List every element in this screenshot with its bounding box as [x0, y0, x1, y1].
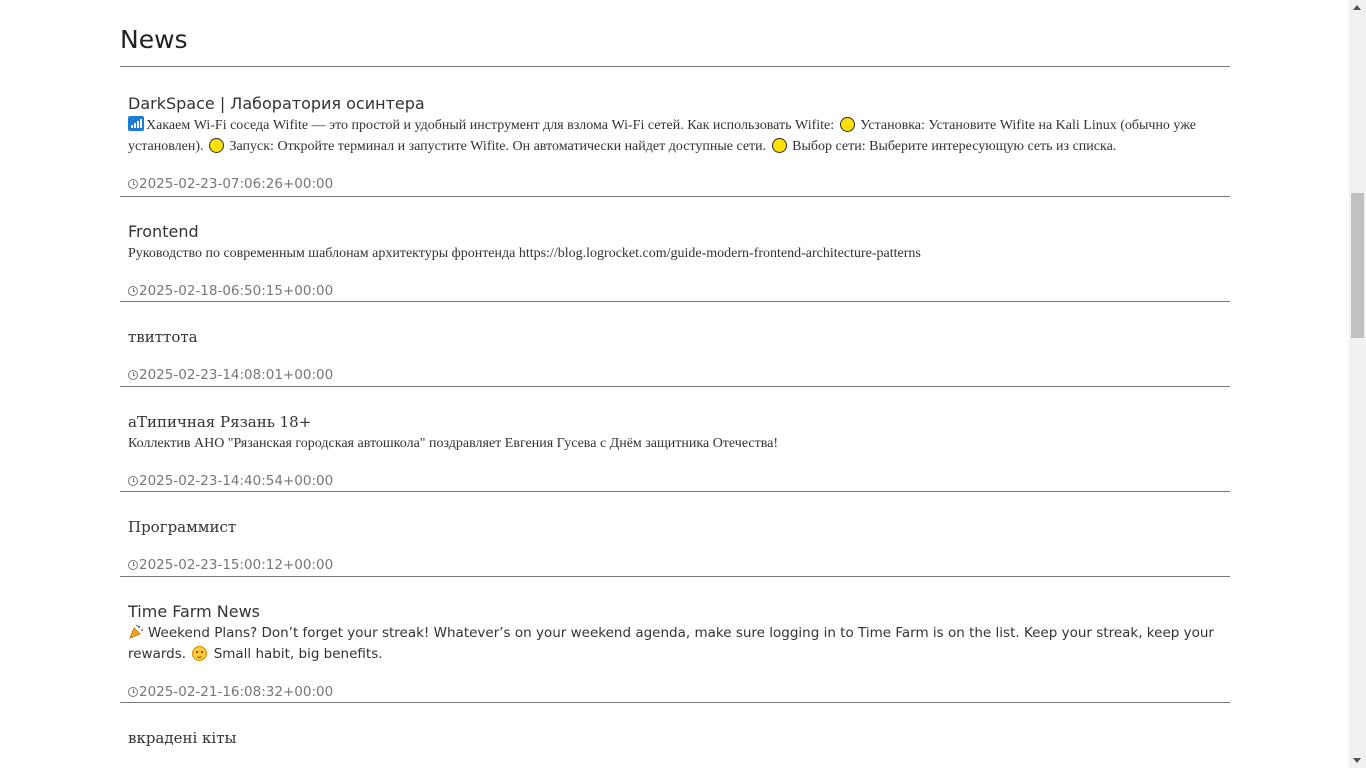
scrollbar-thumb[interactable] — [1351, 193, 1364, 338]
news-date-value: 2025-02-23-14:40:54+00:00 — [139, 473, 334, 489]
clock-icon — [128, 476, 138, 486]
news-text-part: Выбор сети: Выберите интересующую сеть и… — [792, 139, 1117, 154]
yellow-circle-icon — [771, 138, 787, 153]
page-title: News — [120, 0, 1230, 67]
yellow-circle-icon — [209, 138, 224, 153]
yellow-circle-icon — [839, 117, 855, 132]
news-date: 2025-02-23-14:40:54+00:00 — [128, 470, 1222, 492]
news-container: News DarkSpace | Лаборатория осинтера Ха… — [120, 0, 1230, 768]
signal-bars-icon — [128, 116, 144, 131]
news-item[interactable]: DarkSpace | Лаборатория осинтера Хакаем … — [120, 67, 1230, 197]
channel-title: Time Farm News — [128, 602, 260, 621]
party-emoji-icon — [128, 624, 144, 640]
news-item[interactable]: аТипичная Рязань 18+ Коллектив АНО "Ряза… — [120, 387, 1230, 492]
news-date: 2025-02-23-07:06:26+00:00 — [128, 173, 1222, 195]
news-text: Коллектив АНО "Рязанская городская автош… — [128, 436, 779, 451]
channel-title: Программист — [128, 518, 237, 536]
news-date-value: 2025-02-23-07:06:26+00:00 — [139, 176, 334, 192]
clock-icon — [128, 687, 138, 697]
news-date: 2025-02-18-06:50:15+00:00 — [128, 280, 1222, 302]
news-list: DarkSpace | Лаборатория осинтера Хакаем … — [120, 67, 1230, 768]
channel-title: твиттота — [128, 328, 198, 346]
news-text: Weekend Plans? Don’t forget your streak!… — [128, 623, 1222, 665]
news-date: 2025-02-21-16:08:32+00:00 — [128, 681, 1222, 703]
channel-title: DarkSpace | Лаборатория осинтера — [128, 94, 425, 113]
news-text-part: Запуск: Откройте терминал и запустите Wi… — [229, 139, 767, 154]
clock-icon — [128, 179, 138, 189]
news-item[interactable]: вкрадені кіты — [120, 703, 1230, 768]
clock-icon — [128, 560, 138, 570]
news-date-value: 2025-02-23-14:08:01+00:00 — [139, 367, 334, 383]
news-date-value: 2025-02-23-15:00:12+00:00 — [139, 557, 334, 573]
news-item[interactable]: Программист 2025-02-23-15:00:12+00:00 — [120, 492, 1230, 577]
channel-title: аТипичная Рязань 18+ — [128, 413, 312, 431]
smiling-face-icon — [192, 646, 208, 661]
vertical-scrollbar[interactable] — [1349, 0, 1366, 768]
clock-icon — [128, 286, 138, 296]
news-item[interactable]: Time Farm News Weekend Plans? Don’t forg… — [120, 577, 1230, 703]
news-page: News DarkSpace | Лаборатория осинтера Ха… — [0, 0, 1349, 768]
news-date: 2025-02-23-14:08:01+00:00 — [128, 364, 1222, 386]
news-text: Руководство по современным шаблонам архи… — [128, 246, 921, 261]
news-item[interactable]: твиттота 2025-02-23-14:08:01+00:00 — [120, 302, 1230, 387]
news-text: Хакаем Wi-Fi соседа Wifite — это простой… — [128, 115, 1222, 157]
channel-title: Frontend — [128, 222, 199, 241]
scroll-down-arrow-icon[interactable] — [1353, 758, 1361, 763]
news-text-part: Small habit, big benefits. — [213, 646, 383, 662]
scroll-up-arrow-icon[interactable] — [1353, 5, 1361, 10]
news-text-part: Хакаем Wi-Fi соседа Wifite — это простой… — [146, 118, 835, 133]
clock-icon — [128, 370, 138, 380]
news-date-value: 2025-02-21-16:08:32+00:00 — [139, 684, 334, 700]
news-date: 2025-02-23-15:00:12+00:00 — [128, 554, 1222, 576]
news-date-value: 2025-02-18-06:50:15+00:00 — [139, 283, 334, 299]
channel-title: вкрадені кіты — [128, 729, 237, 747]
news-item[interactable]: Frontend Руководство по современным шабл… — [120, 197, 1230, 302]
